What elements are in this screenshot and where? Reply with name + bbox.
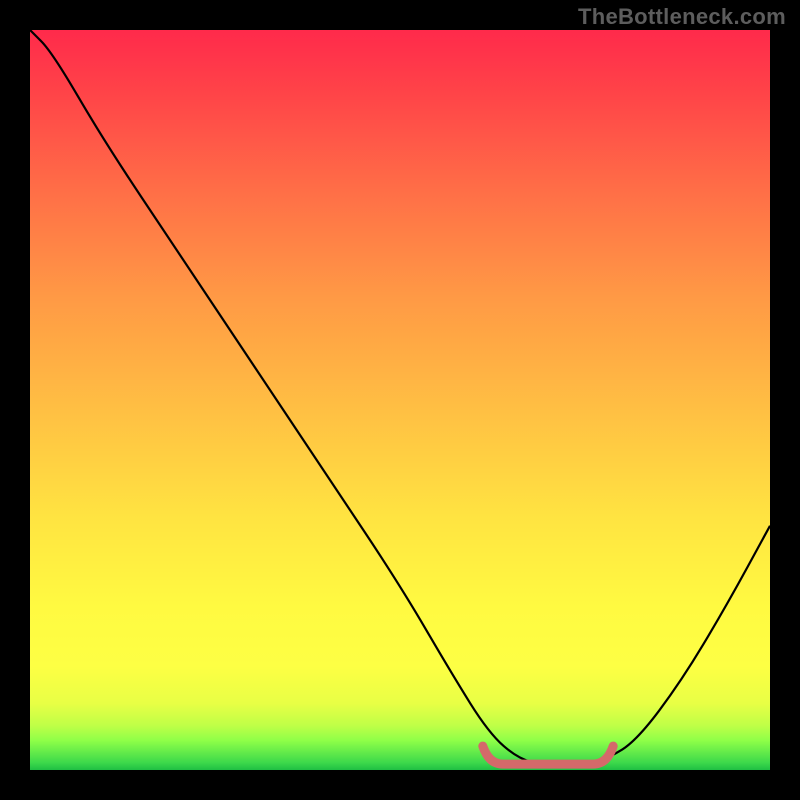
chart-frame: TheBottleneck.com [0, 0, 800, 800]
plot-area [30, 30, 770, 770]
watermark-text: TheBottleneck.com [578, 4, 786, 30]
valley-marker [483, 746, 613, 764]
valley-marker-svg [30, 30, 770, 770]
